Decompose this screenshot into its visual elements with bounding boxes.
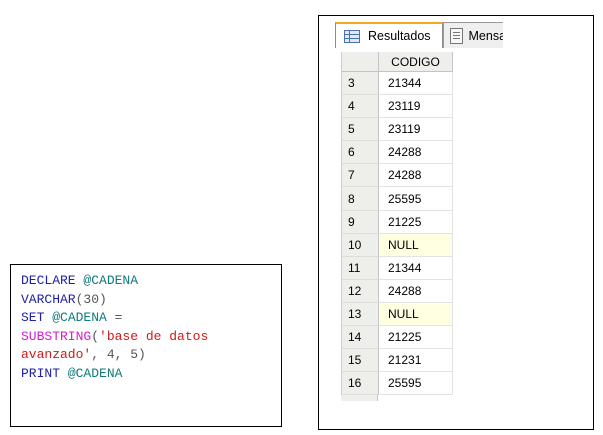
row-number[interactable]: 5 [342, 118, 379, 142]
grid-icon [344, 29, 360, 43]
keyword-declare: DECLARE [21, 273, 76, 288]
row-number[interactable]: 11 [342, 256, 379, 280]
codigo-cell[interactable]: 21225 [379, 210, 453, 234]
row-header-filler [341, 395, 378, 401]
codigo-cell[interactable]: 23119 [379, 118, 453, 142]
results-tabs: Resultados Mensajes [335, 22, 503, 48]
table-row[interactable]: 8 25595 [342, 187, 454, 211]
results-panel: Resultados Mensajes CODIGO 3213444231195… [318, 15, 594, 430]
open-paren: ( [91, 328, 100, 344]
table-row[interactable]: 9 21225 [342, 210, 454, 234]
grid-rows: 3 21344 4 23119 5 23119 6 24288 7 24288 8 25595 9 212… [342, 72, 454, 396]
column-header-codigo[interactable]: CODIGO [379, 52, 453, 72]
codigo-cell[interactable]: 25595 [379, 372, 453, 396]
codigo-cell[interactable]: 24288 [379, 141, 453, 165]
messages-icon [450, 27, 463, 44]
codigo-cell[interactable]: 24288 [379, 164, 453, 188]
variable-cadena: @CADENA [83, 273, 139, 288]
codigo-cell[interactable]: 23119 [379, 95, 453, 119]
row-number[interactable]: 16 [342, 372, 379, 396]
table-row[interactable]: 14 21225 [342, 326, 454, 350]
codigo-cell[interactable]: 21344 [379, 256, 453, 280]
row-number[interactable]: 9 [342, 210, 379, 234]
grid-header: CODIGO [342, 52, 454, 72]
varchar-length: (30) [75, 291, 107, 307]
keyword-print: PRINT [21, 365, 61, 381]
string-literal-start: 'base de datos [99, 328, 209, 344]
table-row[interactable]: 4 23119 [342, 95, 454, 119]
tab-label: Resultados [368, 29, 431, 43]
table-row[interactable]: 10 NULL [342, 233, 454, 257]
row-number[interactable]: 3 [342, 72, 379, 96]
codigo-cell[interactable]: 25595 [379, 187, 453, 211]
table-row[interactable]: 16 25595 [342, 372, 454, 396]
row-number[interactable]: 4 [342, 95, 379, 119]
row-number[interactable]: 14 [342, 326, 379, 350]
codigo-cell[interactable]: 24288 [379, 279, 453, 303]
table-row[interactable]: 11 21344 [342, 256, 454, 280]
tab-mensajes[interactable]: Mensajes [443, 22, 503, 48]
codigo-cell[interactable]: 21344 [379, 72, 453, 96]
row-number[interactable]: 7 [342, 164, 379, 188]
table-row[interactable]: 3 21344 [342, 72, 454, 96]
table-row[interactable]: 5 23119 [342, 118, 454, 142]
tab-resultados[interactable]: Resultados [335, 22, 443, 48]
equals-sign: = [114, 310, 123, 325]
table-row[interactable]: 15 21231 [342, 349, 454, 373]
codigo-cell[interactable]: 21225 [379, 326, 453, 350]
function-substring: SUBSTRING [21, 328, 92, 344]
results-grid: CODIGO 3 21344 4 23119 5 23119 6 24288 7 24288 8 25… [341, 52, 454, 396]
table-row[interactable]: 6 24288 [342, 141, 454, 165]
row-number[interactable]: 15 [342, 349, 379, 373]
grid-corner[interactable] [342, 52, 379, 72]
substring-args: , 4, 5) [91, 347, 146, 362]
row-number[interactable]: 12 [342, 279, 379, 303]
codigo-cell[interactable]: NULL [379, 302, 453, 327]
sql-code: DECLARE @CADENA VARCHAR(30) SET @CADENA … [21, 272, 208, 383]
row-number[interactable]: 10 [342, 233, 379, 257]
codigo-cell[interactable]: NULL [379, 233, 453, 257]
sql-code-panel: DECLARE @CADENA VARCHAR(30) SET @CADENA … [10, 264, 282, 427]
row-number[interactable]: 8 [342, 187, 379, 211]
row-number[interactable]: 6 [342, 141, 379, 165]
table-row[interactable]: 7 24288 [342, 164, 454, 188]
table-row[interactable]: 13 NULL [342, 302, 454, 327]
variable-cadena: @CADENA [52, 310, 107, 325]
keyword-set: SET [21, 310, 45, 325]
string-literal-end: avanzado' [21, 347, 92, 362]
table-row[interactable]: 12 24288 [342, 279, 454, 303]
row-number[interactable]: 13 [342, 302, 379, 327]
variable-cadena: @CADENA [67, 365, 123, 381]
keyword-varchar: VARCHAR [21, 291, 76, 307]
tab-label: Mensajes [468, 28, 504, 43]
codigo-cell[interactable]: 21231 [379, 349, 453, 373]
